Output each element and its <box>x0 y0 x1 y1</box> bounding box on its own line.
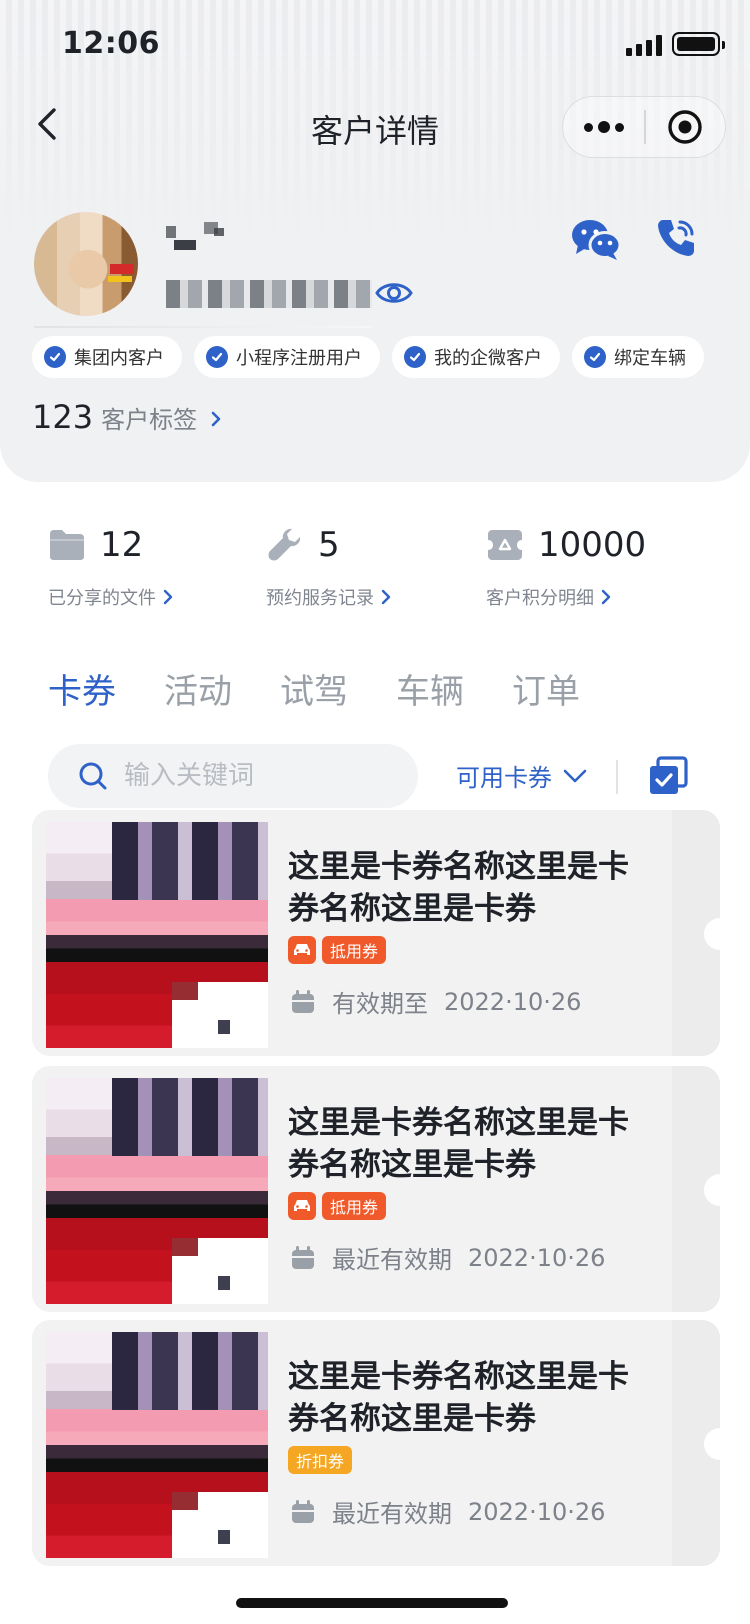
coupon-card[interactable]: 这里是卡券名称这里是卡券名称这里是卡券 折扣券 最近有效期 2022·10·26 <box>32 1320 720 1566</box>
tab-vehicles[interactable]: 车辆 <box>396 664 512 713</box>
search-box <box>48 744 418 808</box>
phone-call-icon[interactable] <box>654 216 698 260</box>
chevron-right-icon <box>601 589 611 605</box>
check-icon <box>404 346 426 368</box>
stat-value: 10000 <box>538 525 647 565</box>
tag-count: 123 <box>32 398 94 436</box>
customer-tag: 我的企微客户 <box>392 336 560 378</box>
customer-name-masked <box>166 220 230 260</box>
customer-tag-list: 集团内客户 小程序注册用户 我的企微客户 绑定车辆 <box>32 336 704 378</box>
validity-date: 2022·10·26 <box>468 1497 606 1526</box>
customer-tag-label: 集团内客户 <box>74 348 164 369</box>
stat-value: 12 <box>100 525 144 565</box>
coupon-image <box>46 1078 268 1304</box>
chevron-right-icon <box>381 589 391 605</box>
more-icon[interactable] <box>563 96 644 158</box>
validity-label: 最近有效期 <box>332 1500 452 1528</box>
customer-phone-masked <box>166 280 372 308</box>
coupon-card[interactable]: 这里是卡券名称这里是卡券名称这里是卡券 抵用券 有效期至 2022·10·26 <box>32 810 720 1056</box>
calendar-icon <box>292 1499 314 1523</box>
calendar-icon <box>292 989 314 1013</box>
coupon-card[interactable]: 这里是卡券名称这里是卡券名称这里是卡券 抵用券 最近有效期 2022·10·26 <box>32 1066 720 1312</box>
coupon-validity: 最近有效期 2022·10·26 <box>290 1494 605 1529</box>
check-icon <box>584 346 606 368</box>
validity-label: 最近有效期 <box>332 1246 452 1274</box>
wrench-icon <box>268 528 301 561</box>
eye-icon[interactable] <box>374 278 414 308</box>
customer-tag-label: 小程序注册用户 <box>236 348 362 369</box>
signal-icon <box>626 34 662 56</box>
chevron-right-icon <box>163 589 173 605</box>
customer-header-panel: 12:06 客户详情 集团内客户 小程序注册用户 我的企微客户 绑定车辆 123… <box>0 0 750 482</box>
stat-value: 5 <box>318 525 340 565</box>
coupon-image <box>46 1332 268 1558</box>
stat-label: 客户积分明细 <box>486 588 594 609</box>
stat-service-records[interactable]: 5 预约服务记录 <box>266 522 392 610</box>
tab-test-drive[interactable]: 试驾 <box>280 664 396 713</box>
coupon-badges: 抵用券 <box>288 1192 387 1220</box>
avatar <box>34 212 138 316</box>
folder-icon <box>50 530 84 560</box>
profile-divider <box>34 326 372 328</box>
tab-coupons[interactable]: 卡券 <box>48 664 164 713</box>
chevron-right-icon <box>211 411 221 427</box>
customer-tags-link[interactable]: 123 客户标签 <box>32 398 223 436</box>
customer-tag-label: 绑定车辆 <box>614 348 686 369</box>
home-indicator <box>236 1598 508 1608</box>
coupon-title: 这里是卡券名称这里是卡券名称这里是卡券 <box>288 849 629 927</box>
coupon-badges: 抵用券 <box>288 936 387 964</box>
search-icon <box>79 762 107 790</box>
stat-points[interactable]: 10000 客户积分明细 <box>486 522 646 610</box>
stat-shared-files[interactable]: 12 已分享的文件 <box>48 522 174 610</box>
coupon-validity: 有效期至 2022·10·26 <box>290 984 581 1019</box>
status-time: 12:06 <box>62 26 160 61</box>
stat-label: 已分享的文件 <box>48 588 156 609</box>
tab-activities[interactable]: 活动 <box>164 664 280 713</box>
validity-label: 有效期至 <box>332 990 428 1018</box>
customer-detail-page: 12:06 客户详情 集团内客户 小程序注册用户 我的企微客户 绑定车辆 123… <box>0 0 750 1624</box>
coupon-title: 这里是卡券名称这里是卡券名称这里是卡券 <box>288 1359 629 1437</box>
coupon-type-badge: 折扣券 <box>288 1446 353 1474</box>
multi-select-icon[interactable] <box>648 756 688 796</box>
customer-tag-label: 我的企微客户 <box>434 348 542 369</box>
customer-tag: 集团内客户 <box>32 336 182 378</box>
battery-icon <box>672 32 725 56</box>
calendar-icon <box>292 1245 314 1269</box>
coupon-type-badge: 抵用券 <box>322 1192 387 1220</box>
validity-date: 2022·10·26 <box>444 987 582 1016</box>
coupon-validity: 最近有效期 2022·10·26 <box>290 1240 605 1275</box>
validity-date: 2022·10·26 <box>468 1243 606 1272</box>
customer-tag: 绑定车辆 <box>572 336 704 378</box>
coupon-filter-label: 可用卡券 <box>456 764 552 792</box>
points-icon <box>488 530 522 560</box>
close-miniprogram-icon[interactable] <box>646 96 725 158</box>
coupon-type-badge: 抵用券 <box>322 936 387 964</box>
wechat-icon[interactable] <box>570 218 622 262</box>
coupon-filter-dropdown[interactable]: 可用卡券 <box>456 758 588 793</box>
tab-orders[interactable]: 订单 <box>512 664 628 713</box>
coupon-badges: 折扣券 <box>288 1446 353 1474</box>
miniprogram-capsule <box>562 96 726 158</box>
search-input[interactable] <box>124 761 384 791</box>
coupon-title: 这里是卡券名称这里是卡券名称这里是卡券 <box>288 1105 629 1183</box>
detail-tabs: 卡券 活动 试驾 车辆 订单 <box>48 664 628 713</box>
check-icon <box>44 346 66 368</box>
coupon-image <box>46 822 268 1048</box>
tag-count-label: 客户标签 <box>101 406 198 434</box>
car-icon <box>288 1192 316 1220</box>
stat-label: 预约服务记录 <box>266 588 374 609</box>
filter-divider <box>616 760 618 794</box>
customer-tag: 小程序注册用户 <box>194 336 380 378</box>
chevron-down-icon <box>563 769 587 782</box>
car-icon <box>288 936 316 964</box>
check-icon <box>206 346 228 368</box>
